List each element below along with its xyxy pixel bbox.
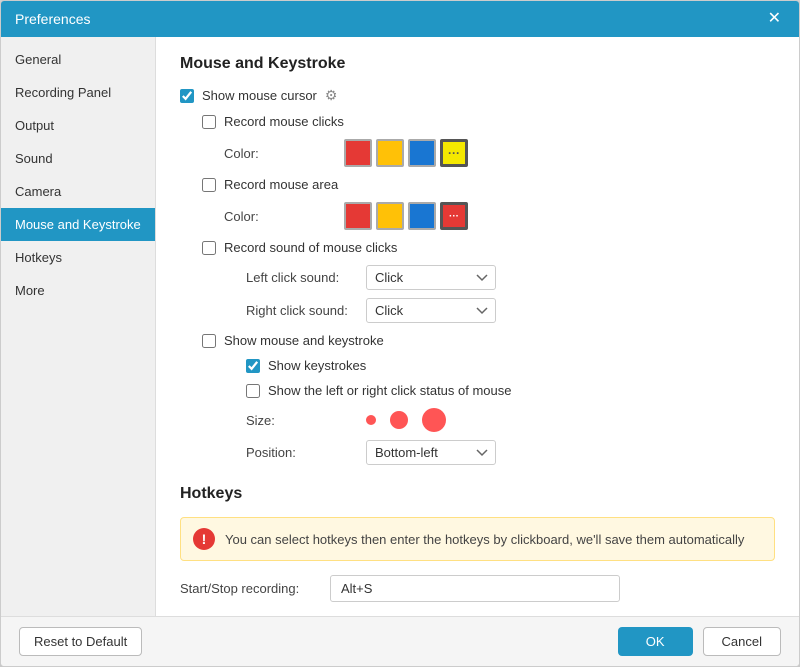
- hotkeys-info-banner: ! You can select hotkeys then enter the …: [180, 517, 775, 561]
- size-circles-group: [366, 408, 452, 432]
- settings-gear-icon[interactable]: ⚙: [325, 87, 338, 104]
- sidebar-item-sound[interactable]: Sound: [1, 142, 155, 175]
- show-mouse-cursor-checkbox[interactable]: [180, 89, 194, 103]
- record-sound-section: Record sound of mouse clicks Left click …: [202, 240, 775, 323]
- size-medium[interactable]: [390, 411, 408, 429]
- show-mouse-cursor-label[interactable]: Show mouse cursor: [202, 88, 317, 103]
- hotkeys-info-text: You can select hotkeys then enter the ho…: [225, 532, 744, 547]
- mouse-click-color-swatches: ···: [344, 139, 468, 167]
- record-mouse-area-label[interactable]: Record mouse area: [224, 177, 338, 192]
- size-large[interactable]: [422, 408, 446, 432]
- mouse-area-color-row: Color: ···: [224, 202, 775, 230]
- right-click-sound-row: Right click sound: Click: [246, 298, 775, 323]
- hotkeys-section: Hotkeys ! You can select hotkeys then en…: [180, 485, 775, 602]
- mouse-area-color-swatches: ···: [344, 202, 468, 230]
- show-click-status-checkbox[interactable]: [246, 384, 260, 398]
- show-mouse-keystroke-row: Show mouse and keystroke: [202, 333, 775, 348]
- title-bar: Preferences ✕: [1, 1, 799, 37]
- size-small[interactable]: [366, 415, 376, 425]
- record-mouse-clicks-section: Record mouse clicks Color: ···: [202, 114, 775, 167]
- show-click-status-label[interactable]: Show the left or right click status of m…: [268, 383, 512, 398]
- record-mouse-area-checkbox[interactable]: [202, 178, 216, 192]
- sidebar-item-camera[interactable]: Camera: [1, 175, 155, 208]
- left-click-sound-dropdown[interactable]: Click: [366, 265, 496, 290]
- sidebar-item-hotkeys[interactable]: Hotkeys: [1, 241, 155, 274]
- start-stop-input[interactable]: [330, 575, 620, 602]
- dialog-body: General Recording Panel Output Sound Cam…: [1, 37, 799, 616]
- sidebar-item-general[interactable]: General: [1, 43, 155, 76]
- position-dropdown[interactable]: Bottom-left: [366, 440, 496, 465]
- area-color-swatch-blue[interactable]: [408, 202, 436, 230]
- sidebar-item-mouse-keystroke[interactable]: Mouse and Keystroke: [1, 208, 155, 241]
- left-click-sound-label: Left click sound:: [246, 270, 366, 285]
- hotkeys-title: Hotkeys: [180, 485, 775, 503]
- show-mouse-keystroke-label[interactable]: Show mouse and keystroke: [224, 333, 384, 348]
- reset-to-default-button[interactable]: Reset to Default: [19, 627, 142, 656]
- mouse-click-color-row: Color: ···: [224, 139, 775, 167]
- show-keystrokes-row: Show keystrokes: [246, 358, 775, 373]
- position-row: Position: Bottom-left: [246, 440, 775, 465]
- sidebar-item-output[interactable]: Output: [1, 109, 155, 142]
- record-mouse-clicks-checkbox[interactable]: [202, 115, 216, 129]
- keystroke-sub-options: Show keystrokes Show the left or right c…: [246, 358, 775, 465]
- ok-button[interactable]: OK: [618, 627, 693, 656]
- color-swatch-red[interactable]: [344, 139, 372, 167]
- color-swatch-more-btn[interactable]: ···: [440, 139, 468, 167]
- sidebar: General Recording Panel Output Sound Cam…: [1, 37, 156, 616]
- color-swatch-yellow[interactable]: [376, 139, 404, 167]
- left-click-sound-row: Left click sound: Click: [246, 265, 775, 290]
- color-swatch-blue[interactable]: [408, 139, 436, 167]
- right-click-sound-label: Right click sound:: [246, 303, 366, 318]
- info-icon: !: [193, 528, 215, 550]
- record-mouse-clicks-label[interactable]: Record mouse clicks: [224, 114, 344, 129]
- dialog-footer: Reset to Default OK Cancel: [1, 616, 799, 666]
- close-button[interactable]: ✕: [764, 9, 785, 29]
- record-sound-row: Record sound of mouse clicks: [202, 240, 775, 255]
- sidebar-item-more[interactable]: More: [1, 274, 155, 307]
- record-mouse-area-section: Record mouse area Color: ···: [202, 177, 775, 230]
- start-stop-row: Start/Stop recording:: [180, 575, 775, 602]
- mouse-click-color-label: Color:: [224, 146, 344, 161]
- size-label: Size:: [246, 413, 366, 428]
- record-sound-label[interactable]: Record sound of mouse clicks: [224, 240, 397, 255]
- cancel-button[interactable]: Cancel: [703, 627, 781, 656]
- preferences-dialog: Preferences ✕ General Recording Panel Ou…: [0, 0, 800, 667]
- record-mouse-clicks-row: Record mouse clicks: [202, 114, 775, 129]
- right-click-sound-dropdown[interactable]: Click: [366, 298, 496, 323]
- start-stop-label: Start/Stop recording:: [180, 581, 330, 596]
- show-keystrokes-checkbox[interactable]: [246, 359, 260, 373]
- mouse-area-color-label: Color:: [224, 209, 344, 224]
- area-color-swatch-red[interactable]: [344, 202, 372, 230]
- dialog-title: Preferences: [15, 11, 90, 27]
- area-color-swatch-yellow[interactable]: [376, 202, 404, 230]
- show-keystrokes-label[interactable]: Show keystrokes: [268, 358, 366, 373]
- footer-right-buttons: OK Cancel: [618, 627, 781, 656]
- area-color-swatch-red2[interactable]: ···: [440, 202, 468, 230]
- mouse-keystroke-title: Mouse and Keystroke: [180, 55, 775, 73]
- main-content: Mouse and Keystroke Show mouse cursor ⚙ …: [156, 37, 799, 616]
- size-row: Size:: [246, 408, 775, 432]
- show-mouse-keystroke-checkbox[interactable]: [202, 334, 216, 348]
- show-mouse-cursor-row: Show mouse cursor ⚙: [180, 87, 775, 104]
- position-label: Position:: [246, 445, 366, 460]
- show-mouse-keystroke-section: Show mouse and keystroke Show keystrokes…: [202, 333, 775, 465]
- sidebar-item-recording-panel[interactable]: Recording Panel: [1, 76, 155, 109]
- record-mouse-area-row: Record mouse area: [202, 177, 775, 192]
- show-click-status-row: Show the left or right click status of m…: [246, 383, 775, 398]
- record-sound-checkbox[interactable]: [202, 241, 216, 255]
